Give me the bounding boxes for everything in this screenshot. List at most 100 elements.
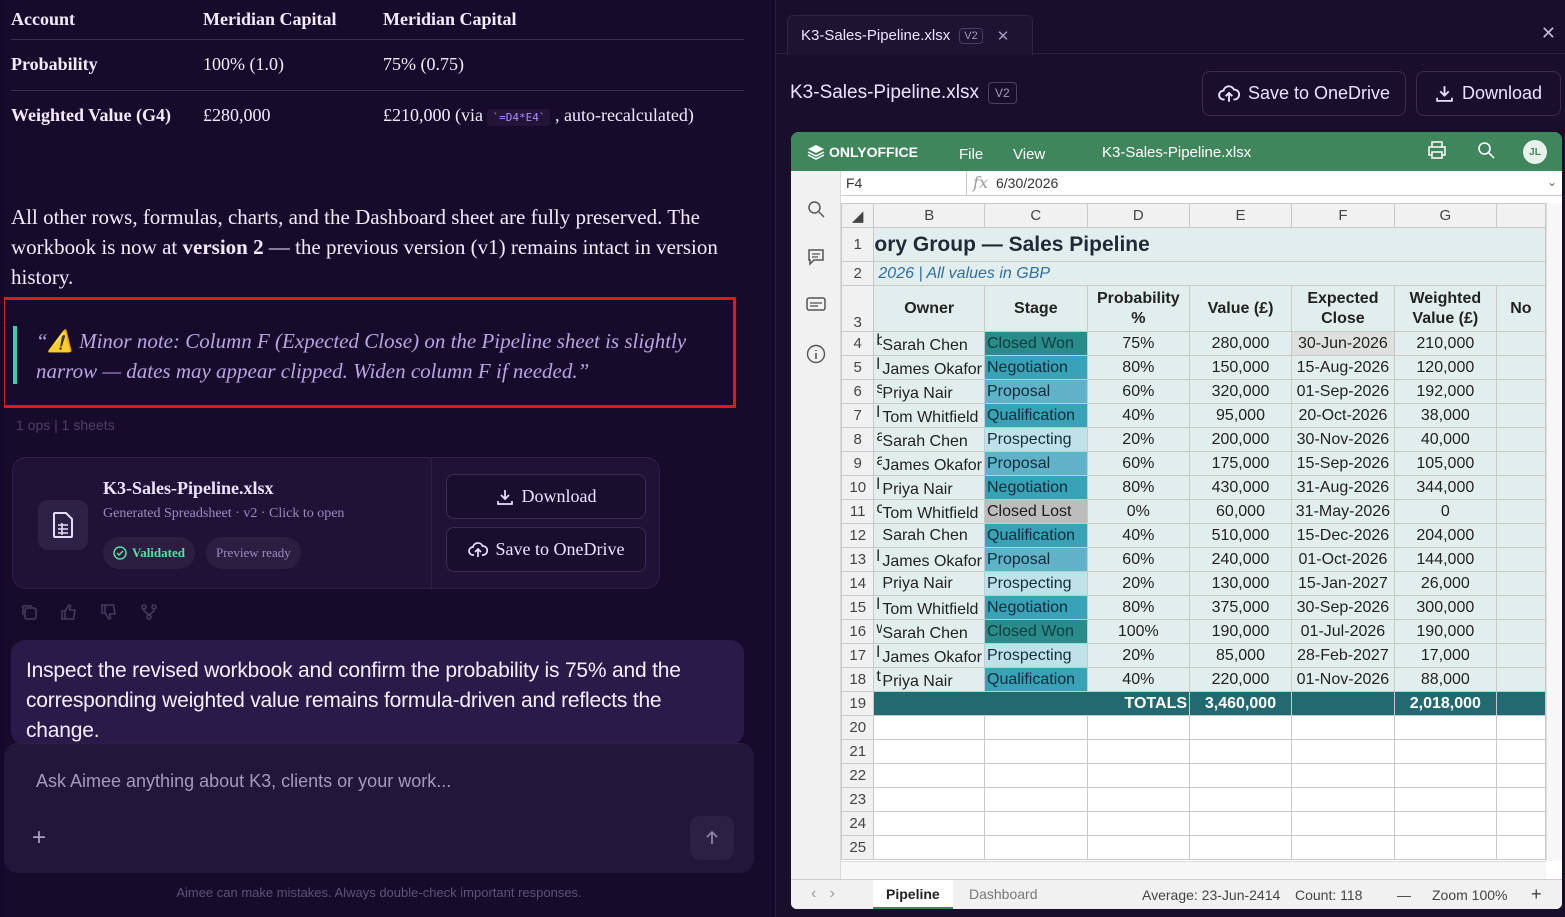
column-header[interactable]: C — [984, 203, 1088, 228]
fx-icon[interactable]: fx — [966, 171, 994, 196]
column-header[interactable]: B — [873, 203, 985, 228]
data-cell[interactable] — [1495, 499, 1546, 524]
data-cell[interactable]: 40,000 — [1393, 427, 1497, 452]
owner-cell[interactable]: tPriya Nair — [873, 667, 985, 692]
stage-cell[interactable]: Negotiation — [984, 595, 1088, 620]
empty-cell[interactable] — [1393, 811, 1497, 836]
download-button[interactable]: Download — [1416, 71, 1561, 116]
data-cell[interactable]: 192,000 — [1393, 379, 1497, 404]
data-cell[interactable] — [1495, 667, 1546, 692]
row-header[interactable]: 2 — [841, 261, 875, 286]
data-cell[interactable]: 20% — [1086, 427, 1191, 452]
row-header[interactable]: 15 — [841, 595, 875, 620]
vertical-scrollbar[interactable] — [1546, 203, 1562, 861]
data-cell[interactable]: 240,000 — [1189, 547, 1292, 572]
owner-cell[interactable]: l James Okafor — [873, 355, 985, 380]
owner-cell[interactable]: Priya Nair — [873, 571, 985, 596]
empty-cell[interactable] — [1086, 811, 1191, 836]
card-download-button[interactable]: Download — [446, 474, 646, 519]
empty-cell[interactable] — [1086, 787, 1191, 812]
data-cell[interactable]: 0% — [1086, 499, 1191, 524]
sheet-title[interactable]: ory Group — Sales Pipeline — [873, 227, 1546, 262]
attach-plus-icon[interactable]: + — [32, 824, 46, 852]
empty-cell[interactable] — [1393, 763, 1497, 788]
empty-cell[interactable] — [1290, 763, 1395, 788]
data-cell[interactable] — [1495, 595, 1546, 620]
data-cell[interactable]: 130,000 — [1189, 571, 1292, 596]
row-header[interactable]: 22 — [841, 763, 875, 788]
owner-cell[interactable]: aSarah Chen — [873, 427, 985, 452]
owner-cell[interactable]: bSarah Chen — [873, 331, 985, 356]
save-onedrive-button[interactable]: Save to OneDrive — [1202, 71, 1406, 116]
owner-cell[interactable]: aJames Okafor — [873, 451, 985, 476]
owner-cell[interactable]: l Tom Whitfield — [873, 595, 985, 620]
owner-cell[interactable]: l James Okafor — [873, 643, 985, 668]
chat-icon[interactable] — [806, 296, 826, 316]
stage-cell[interactable]: Prospecting — [984, 571, 1088, 596]
data-cell[interactable]: 300,000 — [1393, 595, 1497, 620]
sheet-nav-arrows[interactable]: ‹ › — [811, 885, 835, 903]
empty-cell[interactable] — [1189, 763, 1292, 788]
data-cell[interactable] — [1495, 403, 1546, 428]
data-cell[interactable]: 100% — [1086, 619, 1191, 644]
stage-cell[interactable]: Qualification — [984, 523, 1088, 548]
stage-cell[interactable]: Closed Won — [984, 619, 1088, 644]
data-cell[interactable]: 40% — [1086, 523, 1191, 548]
data-cell[interactable]: 15-Jan-2027 — [1290, 571, 1395, 596]
data-cell[interactable]: 17,000 — [1393, 643, 1497, 668]
empty-cell[interactable] — [1495, 811, 1546, 836]
owner-cell[interactable]: wSarah Chen — [873, 619, 985, 644]
data-cell[interactable]: 88,000 — [1393, 667, 1497, 692]
data-cell[interactable]: 210,000 — [1393, 331, 1497, 356]
print-icon[interactable] — [1427, 141, 1447, 164]
empty-cell[interactable] — [1495, 835, 1546, 860]
data-cell[interactable]: 320,000 — [1189, 379, 1292, 404]
data-cell[interactable]: 80% — [1086, 355, 1191, 380]
row-header[interactable]: 3 — [841, 285, 875, 332]
table-header-cell[interactable]: Expected Close — [1290, 285, 1395, 332]
empty-cell[interactable] — [873, 835, 985, 860]
data-cell[interactable]: 80% — [1086, 595, 1191, 620]
empty-cell[interactable] — [984, 787, 1088, 812]
data-cell[interactable]: 220,000 — [1189, 667, 1292, 692]
stage-cell[interactable]: Proposal — [984, 547, 1088, 572]
empty-cell[interactable] — [1393, 835, 1497, 860]
card-onedrive-button[interactable]: Save to OneDrive — [446, 527, 646, 572]
table-header-cell[interactable]: Value (£) — [1189, 285, 1292, 332]
data-cell[interactable]: 40% — [1086, 403, 1191, 428]
spreadsheet-grid[interactable]: ◢ B C D E F G 1 ory Group — Sales Pipeline 2 2026 … — [841, 203, 1546, 861]
data-cell[interactable]: 200,000 — [1189, 427, 1292, 452]
chat-input-box[interactable]: Ask Aimee anything about K3, clients or … — [4, 743, 754, 873]
data-cell[interactable]: 31-Aug-2026 — [1290, 475, 1395, 500]
total-value[interactable]: 3,460,000 — [1189, 691, 1292, 716]
row-header[interactable]: 13 — [841, 547, 875, 572]
select-all-corner[interactable]: ◢ — [841, 203, 875, 228]
empty-cell[interactable] — [873, 811, 985, 836]
cell-reference[interactable]: F4 — [846, 175, 862, 191]
empty-cell[interactable] — [1495, 739, 1546, 764]
data-cell[interactable] — [1495, 331, 1546, 356]
stage-cell[interactable]: Proposal — [984, 379, 1088, 404]
table-header-cell[interactable]: Stage — [984, 285, 1088, 332]
row-header[interactable]: 16 — [841, 619, 875, 644]
menu-view[interactable]: View — [1013, 146, 1045, 163]
owner-cell[interactable]: l Tom Whitfield — [873, 403, 985, 428]
row-header[interactable]: 18 — [841, 667, 875, 692]
data-cell[interactable]: 80% — [1086, 475, 1191, 500]
empty-cell[interactable] — [1495, 763, 1546, 788]
zoom-in-button[interactable]: + — [1531, 884, 1542, 905]
empty-cell[interactable] — [1290, 739, 1395, 764]
panel-close-icon[interactable]: ✕ — [1541, 23, 1556, 44]
empty-cell[interactable] — [873, 763, 985, 788]
data-cell[interactable]: 20% — [1086, 571, 1191, 596]
stage-cell[interactable]: Prospecting — [984, 643, 1088, 668]
data-cell[interactable]: 01-Nov-2026 — [1290, 667, 1395, 692]
data-cell[interactable]: 60,000 — [1189, 499, 1292, 524]
file-name[interactable]: K3-Sales-Pipeline.xlsx — [103, 478, 274, 499]
data-cell[interactable] — [1495, 643, 1546, 668]
empty-cell[interactable] — [1393, 715, 1497, 740]
empty-cell[interactable] — [984, 763, 1088, 788]
data-cell[interactable]: 190,000 — [1393, 619, 1497, 644]
data-cell[interactable]: 30-Sep-2026 — [1290, 595, 1395, 620]
chevron-down-icon[interactable]: ⌄ — [1547, 175, 1557, 189]
